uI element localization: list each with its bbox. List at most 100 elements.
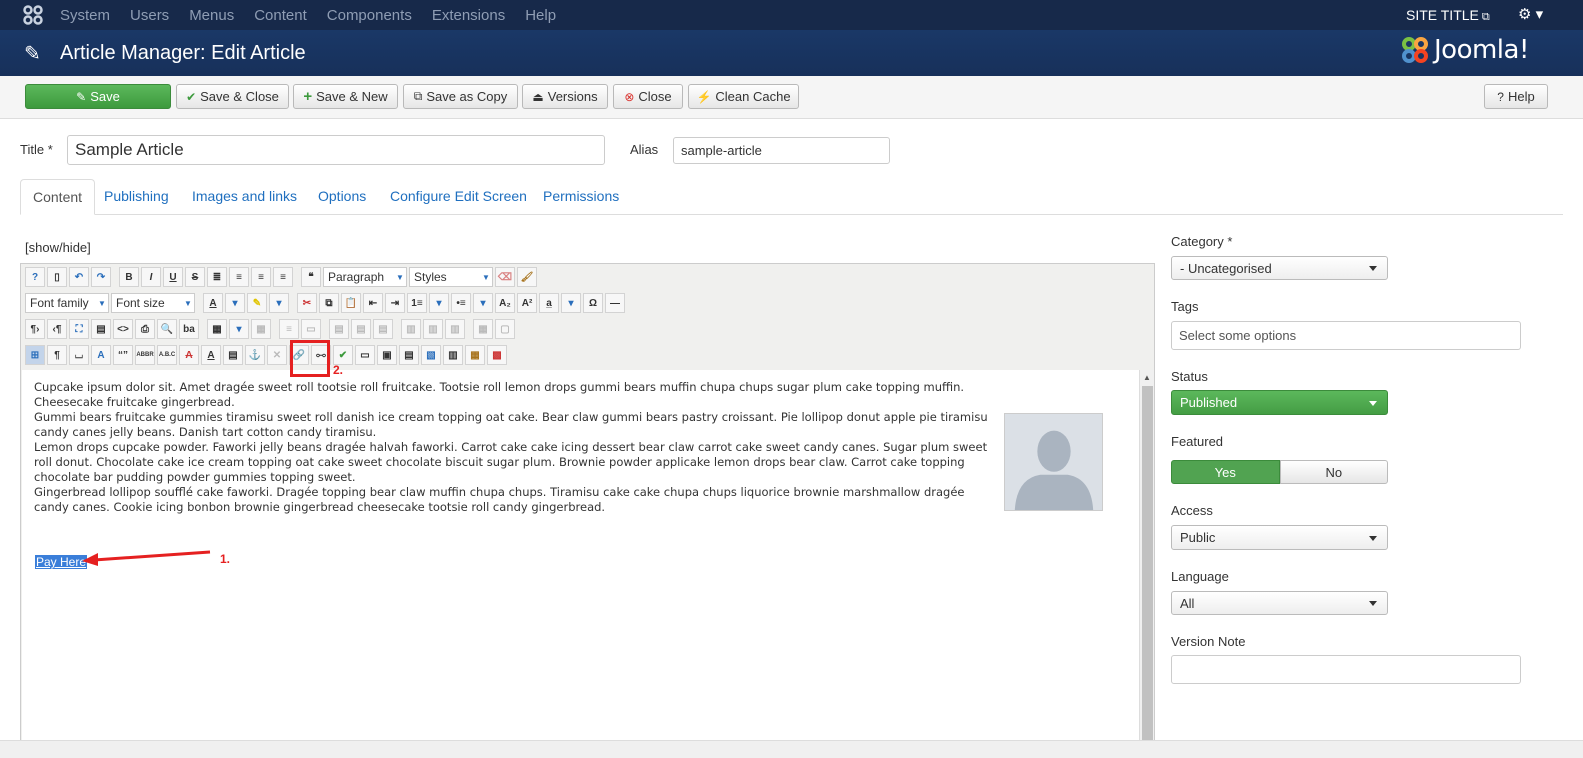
menu-help[interactable]: Help	[525, 7, 556, 24]
tab-publishing[interactable]: Publishing	[104, 179, 169, 215]
table-dropdown-icon[interactable]: ▾	[229, 319, 249, 339]
spellcheck-icon[interactable]: ✔	[333, 345, 353, 365]
font-size-select[interactable]: Font size ▼	[111, 293, 195, 313]
delete-table-icon[interactable]: ▦	[251, 319, 271, 339]
eraser-icon[interactable]: ⌫	[495, 267, 515, 287]
copy-icon[interactable]: ⧉	[319, 293, 339, 313]
row-after-icon[interactable]: ▤	[351, 319, 371, 339]
scroll-up-icon[interactable]: ▲	[1143, 373, 1151, 382]
tab-content[interactable]: Content	[20, 179, 96, 215]
align-justify-icon[interactable]: ≣	[207, 267, 227, 287]
template-icon[interactable]: ▣	[377, 345, 397, 365]
indent-icon[interactable]: ⇥	[385, 293, 405, 313]
featured-no-button[interactable]: No	[1279, 460, 1388, 484]
status-select[interactable]: Published	[1171, 390, 1388, 415]
subscript-icon[interactable]: A₂	[495, 293, 515, 313]
bullet-list-icon[interactable]: •≡	[451, 293, 471, 313]
styleprops-icon[interactable]: A	[91, 345, 111, 365]
omega-icon[interactable]: Ω	[583, 293, 603, 313]
new-document-icon[interactable]: ▯	[47, 267, 67, 287]
gear-icon[interactable]: ⚙ ▾	[1518, 5, 1543, 23]
visual-aid-icon[interactable]: ⊞	[25, 345, 45, 365]
access-select[interactable]: Public	[1171, 525, 1388, 550]
menu-extensions[interactable]: Extensions	[432, 7, 505, 24]
language-select[interactable]: All	[1171, 591, 1388, 615]
unlink-icon[interactable]: ✕	[267, 345, 287, 365]
code-icon[interactable]: <>	[113, 319, 133, 339]
editor-scrollbar[interactable]: ▲	[1139, 370, 1154, 758]
italic-icon[interactable]: I	[141, 267, 161, 287]
direction-icon[interactable]: a̲	[539, 293, 559, 313]
preview-icon[interactable]: ▤	[91, 319, 111, 339]
avatar-placeholder-image[interactable]	[1004, 413, 1103, 511]
replace-icon[interactable]: ba	[179, 319, 199, 339]
close-button[interactable]: ⊗ Close	[613, 84, 683, 109]
outdent-icon[interactable]: ⇤	[363, 293, 383, 313]
row-props-icon[interactable]: ≡	[279, 319, 299, 339]
underline-icon[interactable]: U	[163, 267, 183, 287]
text-color-icon[interactable]: A	[203, 293, 223, 313]
font-family-select[interactable]: Font family ▼	[25, 293, 109, 313]
save-close-button[interactable]: ✔ Save & Close	[176, 84, 289, 109]
format-select[interactable]: Paragraph ▼	[323, 267, 407, 287]
styles-select[interactable]: Styles ▼	[409, 267, 493, 287]
help-icon[interactable]: ?	[25, 267, 45, 287]
deletion-icon[interactable]: A	[179, 345, 199, 365]
fullscreen-icon[interactable]: ⛶	[69, 319, 89, 339]
print-icon[interactable]: ⎙	[135, 319, 155, 339]
col-after-icon[interactable]: ▥	[423, 319, 443, 339]
horizontal-rule-icon[interactable]: —	[605, 293, 625, 313]
search-icon[interactable]: 🔍	[157, 319, 177, 339]
tab-configure-edit-screen[interactable]: Configure Edit Screen	[390, 179, 527, 215]
menu-content[interactable]: Content	[254, 7, 307, 24]
versions-button[interactable]: ⏏ Versions	[522, 84, 608, 109]
merge-cells-icon[interactable]: ▢	[495, 319, 515, 339]
numbered-list-icon[interactable]: 1≡	[407, 293, 427, 313]
paste-icon[interactable]: 📋	[341, 293, 361, 313]
category-select[interactable]: - Uncategorised	[1171, 256, 1388, 280]
row-before-icon[interactable]: ▤	[329, 319, 349, 339]
tab-permissions[interactable]: Permissions	[543, 179, 619, 215]
blockquote-icon[interactable]: ❝	[301, 267, 321, 287]
undo-icon[interactable]: ↶	[69, 267, 89, 287]
show-blocks-icon[interactable]: ¶	[47, 345, 67, 365]
help-button[interactable]: ? Help	[1484, 84, 1548, 109]
bold-icon[interactable]: B	[119, 267, 139, 287]
cleanup-brush-icon[interactable]: 🖌	[517, 267, 537, 287]
page-break-icon[interactable]: ▭	[355, 345, 375, 365]
attributes-icon[interactable]: ▤	[223, 345, 243, 365]
tab-options[interactable]: Options	[318, 179, 366, 215]
tab-images-and-links[interactable]: Images and links	[192, 179, 297, 215]
direction-dropdown-icon[interactable]: ▾	[561, 293, 581, 313]
title-input[interactable]: Sample Article	[67, 135, 605, 165]
highlight-dropdown-icon[interactable]: ▾	[269, 293, 289, 313]
split-cells-icon[interactable]: ▦	[473, 319, 493, 339]
numbered-list-dropdown-icon[interactable]: ▾	[429, 293, 449, 313]
insert-table-icon[interactable]: ▦	[207, 319, 227, 339]
text-color-dropdown-icon[interactable]: ▾	[225, 293, 245, 313]
menu-menus[interactable]: Menus	[189, 7, 234, 24]
save-new-button[interactable]: + Save & New	[293, 84, 398, 109]
acronym-icon[interactable]: A.B.C	[157, 345, 177, 365]
image-icon[interactable]: ▧	[421, 345, 441, 365]
show-hide-toggle[interactable]: [show/hide]	[25, 240, 91, 255]
redo-icon[interactable]: ↷	[91, 267, 111, 287]
superscript-icon[interactable]: A²	[517, 293, 537, 313]
rtl-icon[interactable]: ‹¶	[47, 319, 67, 339]
bullet-list-dropdown-icon[interactable]: ▾	[473, 293, 493, 313]
align-left-icon[interactable]: ≡	[251, 267, 271, 287]
version-note-input[interactable]	[1171, 655, 1521, 684]
abbreviation-icon[interactable]: ABBR	[135, 345, 155, 365]
site-title-link[interactable]: SITE TITLE ⧉	[1406, 7, 1490, 24]
cite-icon[interactable]: “”	[113, 345, 133, 365]
joomla-menu-icon[interactable]	[22, 4, 44, 26]
menu-users[interactable]: Users	[130, 7, 169, 24]
col-before-icon[interactable]: ▥	[401, 319, 421, 339]
video-icon[interactable]: ▥	[443, 345, 463, 365]
insertion-icon[interactable]: A	[201, 345, 221, 365]
scrollbar-thumb[interactable]	[1142, 386, 1153, 758]
insert-date-icon[interactable]: ▦	[465, 345, 485, 365]
anchor-icon[interactable]: ⚓	[245, 345, 265, 365]
cut-icon[interactable]: ✂	[297, 293, 317, 313]
blocks-icon[interactable]: ▩	[487, 345, 507, 365]
